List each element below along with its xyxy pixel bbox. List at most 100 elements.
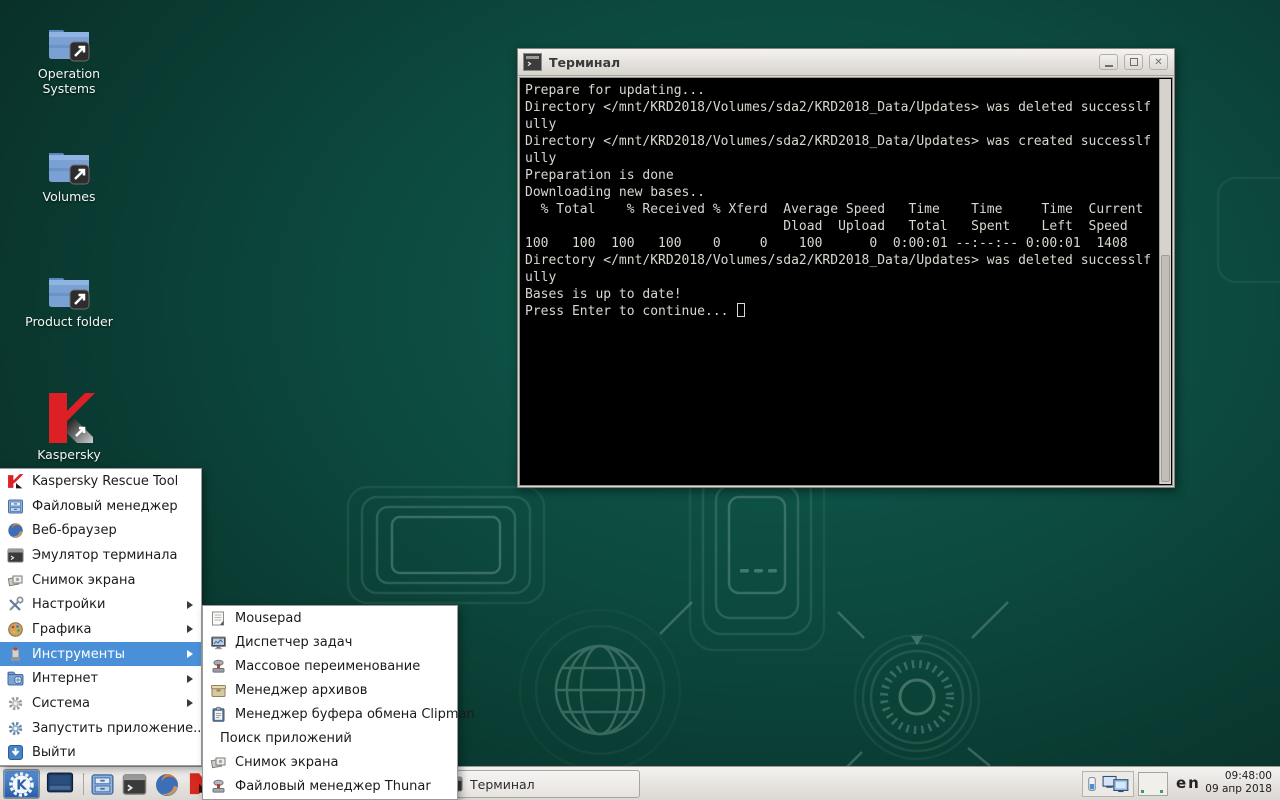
keyboard-layout-indicator[interactable]: en (1176, 774, 1201, 792)
menu-item-internet[interactable]: Интернет (0, 666, 201, 691)
submenu-item-task-manager[interactable]: Диспетчер задач (203, 630, 457, 654)
menu-item-system[interactable]: Система (0, 691, 201, 716)
run-gear-icon (8, 721, 23, 735)
taskbar: K Терминал en 09:48:00 09 апр 2018 (0, 766, 1280, 800)
submenu-arrow-icon (187, 699, 193, 708)
terminal-line: 100 100 100 100 0 0 100 0 0:00:01 --:--:… (525, 236, 1128, 251)
desktop-icon-label: Volumes (42, 189, 96, 204)
menu-item-screenshot[interactable]: Снимок экрана (0, 568, 201, 593)
close-button[interactable]: ✕ (1149, 54, 1168, 70)
workspace-switcher[interactable] (1138, 772, 1168, 796)
menu-item-terminal-emulator[interactable]: Эмулятор терминала (0, 543, 201, 568)
minimize-button[interactable] (1099, 54, 1118, 70)
terminal-titlebar[interactable]: Терминал ✕ (518, 49, 1174, 76)
terminal-content: Prepare for updating... Directory </mnt/… (519, 77, 1173, 486)
tools-submenu: Mousepad Диспетчер задач Массовое переим… (202, 605, 475, 800)
submenu-arrow-icon (187, 600, 193, 609)
desktop-icon-label: Product folder (25, 314, 113, 329)
menu-item-tools[interactable]: Инструменты (0, 641, 201, 667)
terminal-scrollbar[interactable] (1159, 79, 1171, 484)
menu-item-logout[interactable]: Выйти (0, 740, 201, 765)
file-manager-launcher[interactable] (90, 772, 115, 797)
menu-item-run-application[interactable]: Запустить приложение... (0, 716, 206, 741)
submenu-arrow-icon (187, 674, 193, 683)
terminal-line: ully (525, 151, 557, 166)
terminal-window-icon (523, 53, 542, 71)
terminal-icon (7, 548, 24, 563)
desktop-icon-label: Operation Systems (37, 66, 101, 96)
archive-manager-icon (211, 684, 226, 697)
network-indicator-icon[interactable] (1102, 774, 1130, 794)
submenu-arrow-icon (187, 625, 193, 634)
menu-item-settings[interactable]: Настройки (0, 592, 201, 617)
terminal-launcher[interactable] (122, 772, 147, 797)
submenu-item-thunar[interactable]: Файловый менеджер Thunar (203, 775, 457, 799)
task-manager-icon (211, 636, 226, 649)
firefox-launcher[interactable] (154, 772, 180, 798)
clock: 09:48:00 09 апр 2018 (1205, 770, 1272, 796)
menu-item-file-manager[interactable]: Файловый менеджер (0, 494, 201, 519)
submenu-item-bulk-rename[interactable]: Массовое переименование (203, 654, 457, 678)
file-manager-icon (91, 774, 114, 795)
taskbar-separator (83, 773, 84, 795)
palette-icon (8, 622, 23, 637)
terminal-line: Directory </mnt/KRD2018/Volumes/sda2/KRD… (525, 134, 1152, 149)
menu-item-web-browser[interactable]: Веб-браузер (0, 518, 201, 543)
folder-shortcut-icon (49, 278, 90, 310)
taskbar-window-button-terminal[interactable]: Терминал (432, 770, 640, 798)
menu-item-graphics[interactable]: Графика (0, 617, 201, 642)
terminal-window: Терминал ✕ Prepare for updating... Direc… (517, 48, 1175, 488)
terminal-line: Prepare for updating... (525, 83, 706, 98)
settings-icon (9, 596, 24, 611)
bulk-rename-icon (212, 659, 225, 673)
desktop-icon-kaspersky[interactable]: Kaspersky (9, 391, 129, 463)
thunar-icon (212, 780, 225, 794)
submenu-item-screenshot[interactable]: Снимок экрана (203, 751, 457, 775)
clock-date: 09 апр 2018 (1205, 783, 1272, 795)
taskbar-window-label: Терминал (470, 776, 535, 792)
internet-folder-icon (7, 671, 24, 686)
submenu-item-application-finder[interactable]: Поиск приложений (203, 727, 457, 751)
clipboard-icon (212, 706, 225, 722)
tools-icon (11, 647, 20, 661)
battery-indicator-icon[interactable] (1086, 775, 1098, 793)
k-start-icon: K (9, 771, 34, 797)
submenu-item-mousepad[interactable]: Mousepad (203, 606, 457, 630)
menu-item-kaspersky-rescue-tool[interactable]: Kaspersky Rescue Tool (0, 469, 201, 494)
show-desktop-button[interactable] (46, 772, 74, 795)
terminal-line: Bases is up to date! (525, 287, 682, 302)
terminal-line: ully (525, 270, 557, 285)
window-title: Терминал (549, 54, 621, 70)
folder-shortcut-icon (49, 153, 90, 185)
firefox-icon (8, 523, 23, 538)
submenu-item-clipman[interactable]: Менеджер буфера обмена Clipman (203, 703, 475, 727)
start-menu-button[interactable]: K (3, 769, 40, 799)
desktop: Operation Systems Volumes Product folder (0, 0, 1280, 800)
screenshot-icon (7, 575, 23, 586)
terminal-line: ully (525, 117, 557, 132)
desktop-icon-volumes[interactable]: Volumes (9, 147, 129, 205)
maximize-button[interactable] (1124, 54, 1143, 70)
terminal-line: % Total % Received % Xferd Average Speed… (525, 202, 1144, 217)
submenu-arrow-icon (187, 650, 193, 659)
terminal-line: Dload Upload Total Spent Left Speed (525, 219, 1128, 234)
terminal-line: Downloading new bases.. (525, 185, 706, 200)
terminal-line: Press Enter to continue... (525, 303, 1156, 320)
terminal-line: Preparation is done (525, 168, 674, 183)
svg-text:K: K (16, 777, 27, 793)
kaspersky-icon (8, 473, 24, 489)
file-manager-icon (8, 499, 23, 513)
desktop-icon-product-folder[interactable]: Product folder (9, 272, 129, 330)
scrollbar-thumb[interactable] (1161, 255, 1170, 482)
system-tray (1082, 771, 1134, 797)
kaspersky-logo-icon (49, 393, 95, 443)
terminal-line: Directory </mnt/KRD2018/Volumes/sda2/KRD… (525, 100, 1152, 115)
terminal-icon (122, 774, 147, 795)
gear-icon (8, 696, 23, 711)
terminal-line: Directory </mnt/KRD2018/Volumes/sda2/KRD… (525, 253, 1152, 268)
clock-time: 09:48:00 (1224, 770, 1272, 782)
desktop-icon-operation-systems[interactable]: Operation Systems (9, 24, 129, 97)
applications-menu: Kaspersky Rescue Tool Файловый менеджер … (0, 468, 206, 766)
terminal-cursor (737, 303, 746, 317)
submenu-item-archive-manager[interactable]: Менеджер архивов (203, 678, 457, 702)
